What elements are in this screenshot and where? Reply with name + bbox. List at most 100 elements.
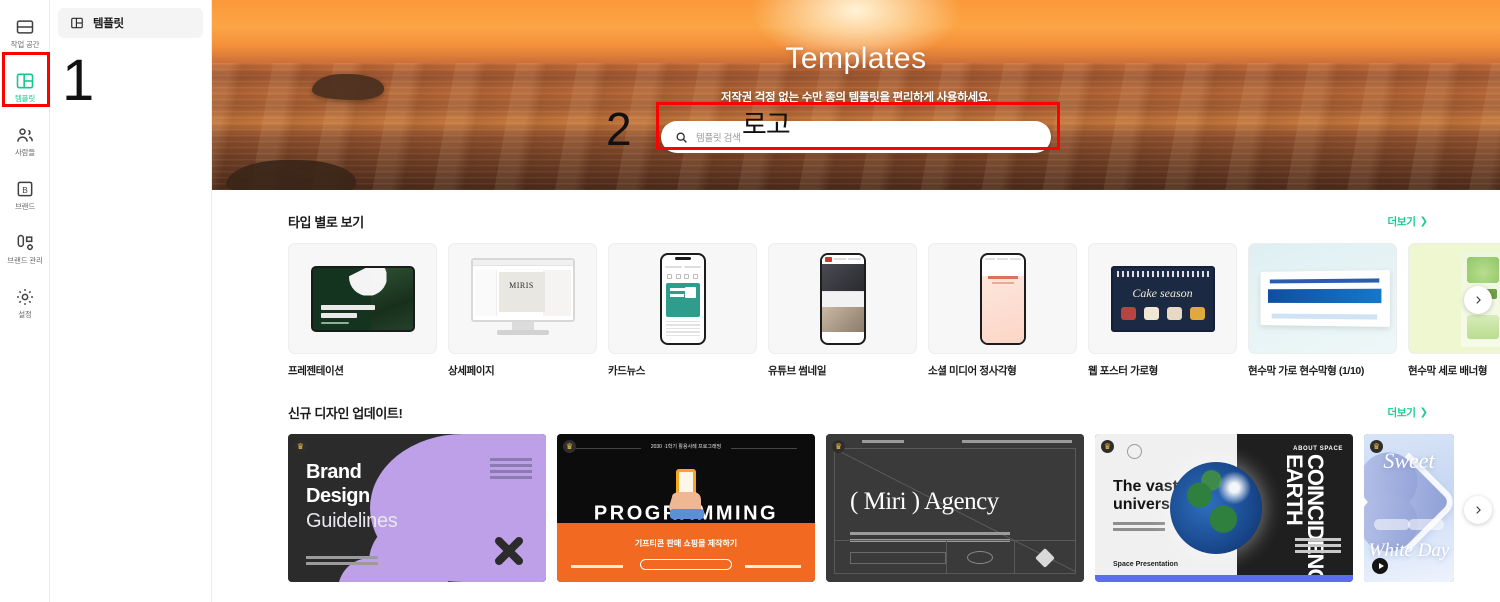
type-card-label: 현수막 가로 현수막형 (1/10) <box>1248 365 1364 377</box>
design-card[interactable]: Sweet White Day ♛ <box>1364 434 1454 582</box>
nav-item-label: 템플릿 <box>93 18 124 30</box>
type-card-thumbnail <box>768 243 917 354</box>
sidebar-item-template[interactable]: 템플릿 <box>0 60 50 114</box>
brand-icon: B <box>15 179 35 199</box>
cake-poster-thumb: Cake season <box>1110 265 1215 332</box>
app-root: 작업 공간 템플릿 사람들 B 브랜드 브랜드 관리 설정 템플릿 Templa… <box>0 0 1500 602</box>
workspace-icon <box>15 17 35 37</box>
phone-social-thumb <box>979 252 1026 345</box>
type-card[interactable]: 현수막 가로 현수막형 (1/10) <box>1248 243 1397 378</box>
type-card-label: 유튜브 썸네일 <box>768 365 827 377</box>
gear-icon <box>15 287 35 307</box>
type-card-thumbnail <box>608 243 757 354</box>
type-card[interactable]: Cake season 웹 포스터 가로형 <box>1088 243 1237 378</box>
design-card-line1: Brand <box>306 461 362 483</box>
type-card-thumbnail <box>928 243 1077 354</box>
design-card[interactable]: The vast universe Space Presentation ABO… <box>1095 434 1353 582</box>
type-card-label: 프레젠테이션 <box>288 365 344 377</box>
type-card[interactable]: MIRIS 상세페이지 <box>448 243 597 378</box>
search-input[interactable]: 템플릿 검색 <box>661 121 1051 153</box>
chevron-right-icon: ❯ <box>1419 215 1428 227</box>
design-card-line2: Design <box>306 485 370 508</box>
design-card-line3: Guidelines <box>306 509 398 532</box>
design-card-thumbnail: Sweet White Day ♛ <box>1364 434 1454 582</box>
carousel-next-types[interactable] <box>1464 286 1492 314</box>
design-card-about: ABOUT SPACE <box>1293 446 1343 452</box>
search-icon <box>675 131 688 144</box>
banner-horizontal-thumb <box>1258 270 1390 327</box>
type-card-row: 프레젠테이션 MIRIS 상세페이지 카드뉴스 유튜브 썸네일 소셜 미디어 정… <box>288 243 1500 378</box>
phone-green-thumb <box>659 252 706 345</box>
design-card-title: ( Miri ) Agency <box>850 488 999 516</box>
more-link-types[interactable]: 더보기 ❯ <box>1388 214 1428 229</box>
brand-manage-icon <box>15 233 35 253</box>
type-card[interactable]: 프레젠테이션 <box>288 243 437 378</box>
sidebar-item-label: 브랜드 관리 <box>7 256 43 266</box>
crown-icon: ♛ <box>563 440 576 453</box>
section-types: 타입 별로 보기 더보기 ❯ 프레젠테이션 MIRIS 상세페이지 카드뉴스 유… <box>212 212 1500 378</box>
crown-icon: ♛ <box>832 440 845 453</box>
phone-youtube-thumb <box>819 252 866 345</box>
sidebar-item-label: 템플릿 <box>14 94 36 104</box>
monitor-thumb: MIRIS <box>470 257 575 340</box>
nav-item-template[interactable]: 템플릿 <box>58 8 203 38</box>
type-card-thumbnail <box>288 243 437 354</box>
crown-icon: ♛ <box>1370 440 1383 453</box>
sidebar-item-people[interactable]: 사람들 <box>0 114 50 168</box>
design-card-thumbnail: 2030 ·1학기 활용사례 프로그래밍 기프티콘 판매 쇼핑몰 제작하기 ♛ <box>557 434 815 582</box>
people-icon <box>15 125 35 145</box>
design-card[interactable]: 2030 ·1학기 활용사례 프로그래밍 기프티콘 판매 쇼핑몰 제작하기 ♛ <box>557 434 815 582</box>
page-title: Templates <box>785 42 927 75</box>
sidebar-item-settings[interactable]: 설정 <box>0 276 50 330</box>
left-rail: 작업 공간 템플릿 사람들 B 브랜드 브랜드 관리 설정 <box>0 0 50 602</box>
design-card-top-text: 2030 ·1학기 활용사례 프로그래밍 <box>641 443 731 450</box>
design-card-thumbnail: ( Miri ) Agency ♛ <box>826 434 1084 582</box>
type-card-label: 상세페이지 <box>448 365 495 377</box>
design-card[interactable]: Brand Design Guidelines ♛ <box>288 434 546 582</box>
type-card-thumbnail <box>1248 243 1397 354</box>
svg-text:B: B <box>22 185 28 195</box>
sidebar-item-brand-manage[interactable]: 브랜드 관리 <box>0 222 50 276</box>
type-card[interactable]: 카드뉴스 <box>608 243 757 378</box>
main-content: Templates 저작권 걱정 없는 수만 종의 템플릿을 편리하게 사용하세… <box>212 0 1500 602</box>
design-card-thumbnail: The vast universe Space Presentation ABO… <box>1095 434 1353 582</box>
type-card[interactable]: 소셜 미디어 정사각형 <box>928 243 1077 378</box>
sidebar-item-label: 브랜드 <box>14 202 36 212</box>
hero-subtitle: 저작권 걱정 없는 수만 종의 템플릿을 편리하게 사용하세요. <box>721 92 991 104</box>
more-label: 더보기 <box>1387 216 1416 228</box>
section-title: 신규 디자인 업데이트! <box>288 406 403 421</box>
chevron-right-icon: ❯ <box>1419 406 1428 418</box>
sidebar-item-workspace[interactable]: 작업 공간 <box>0 6 50 60</box>
more-label: 더보기 <box>1387 407 1416 419</box>
presentation-thumb <box>310 265 415 332</box>
type-card[interactable]: 유튜브 썸네일 <box>768 243 917 378</box>
earth-graphic <box>1170 462 1263 554</box>
sidebar-item-label: 작업 공간 <box>10 40 40 50</box>
template-icon <box>15 71 35 91</box>
template-icon <box>70 16 84 30</box>
type-card-label: 웹 포스터 가로형 <box>1088 365 1158 377</box>
design-card[interactable]: ( Miri ) Agency ♛ <box>826 434 1084 582</box>
type-card-thumbnail: Cake season <box>1088 243 1237 354</box>
more-link-new-designs[interactable]: 더보기 ❯ <box>1388 405 1428 420</box>
type-card-label: 소셜 미디어 정사각형 <box>928 365 1017 377</box>
sidebar-item-label: 설정 <box>18 310 32 320</box>
play-icon[interactable] <box>1372 558 1388 574</box>
sidebar-item-brand[interactable]: B 브랜드 <box>0 168 50 222</box>
sidebar-item-label: 사람들 <box>14 148 36 158</box>
x-mark-icon <box>494 536 524 566</box>
design-card-sub: 기프티콘 판매 쇼핑몰 제작하기 <box>634 538 738 548</box>
design-card-foot: Space Presentation <box>1113 561 1178 568</box>
section-title: 타입 별로 보기 <box>288 215 364 230</box>
section-new-designs: 신규 디자인 업데이트! 더보기 ❯ Brand Design Guidelin… <box>212 403 1500 582</box>
type-card-thumbnail: MIRIS <box>448 243 597 354</box>
design-card-row: Brand Design Guidelines ♛ 2030 ·1학기 활용사례… <box>288 434 1500 582</box>
design-card-thumbnail: Brand Design Guidelines ♛ <box>288 434 546 582</box>
search-placeholder: 템플릿 검색 <box>696 133 741 144</box>
carousel-next-new-designs[interactable] <box>1464 496 1492 524</box>
type-card-label: 카드뉴스 <box>608 365 646 377</box>
crown-icon: ♛ <box>294 440 307 453</box>
nav-column: 템플릿 <box>50 0 212 602</box>
type-card-label: 현수막 세로 배너형 <box>1408 365 1488 377</box>
crown-icon: ♛ <box>1101 440 1114 453</box>
